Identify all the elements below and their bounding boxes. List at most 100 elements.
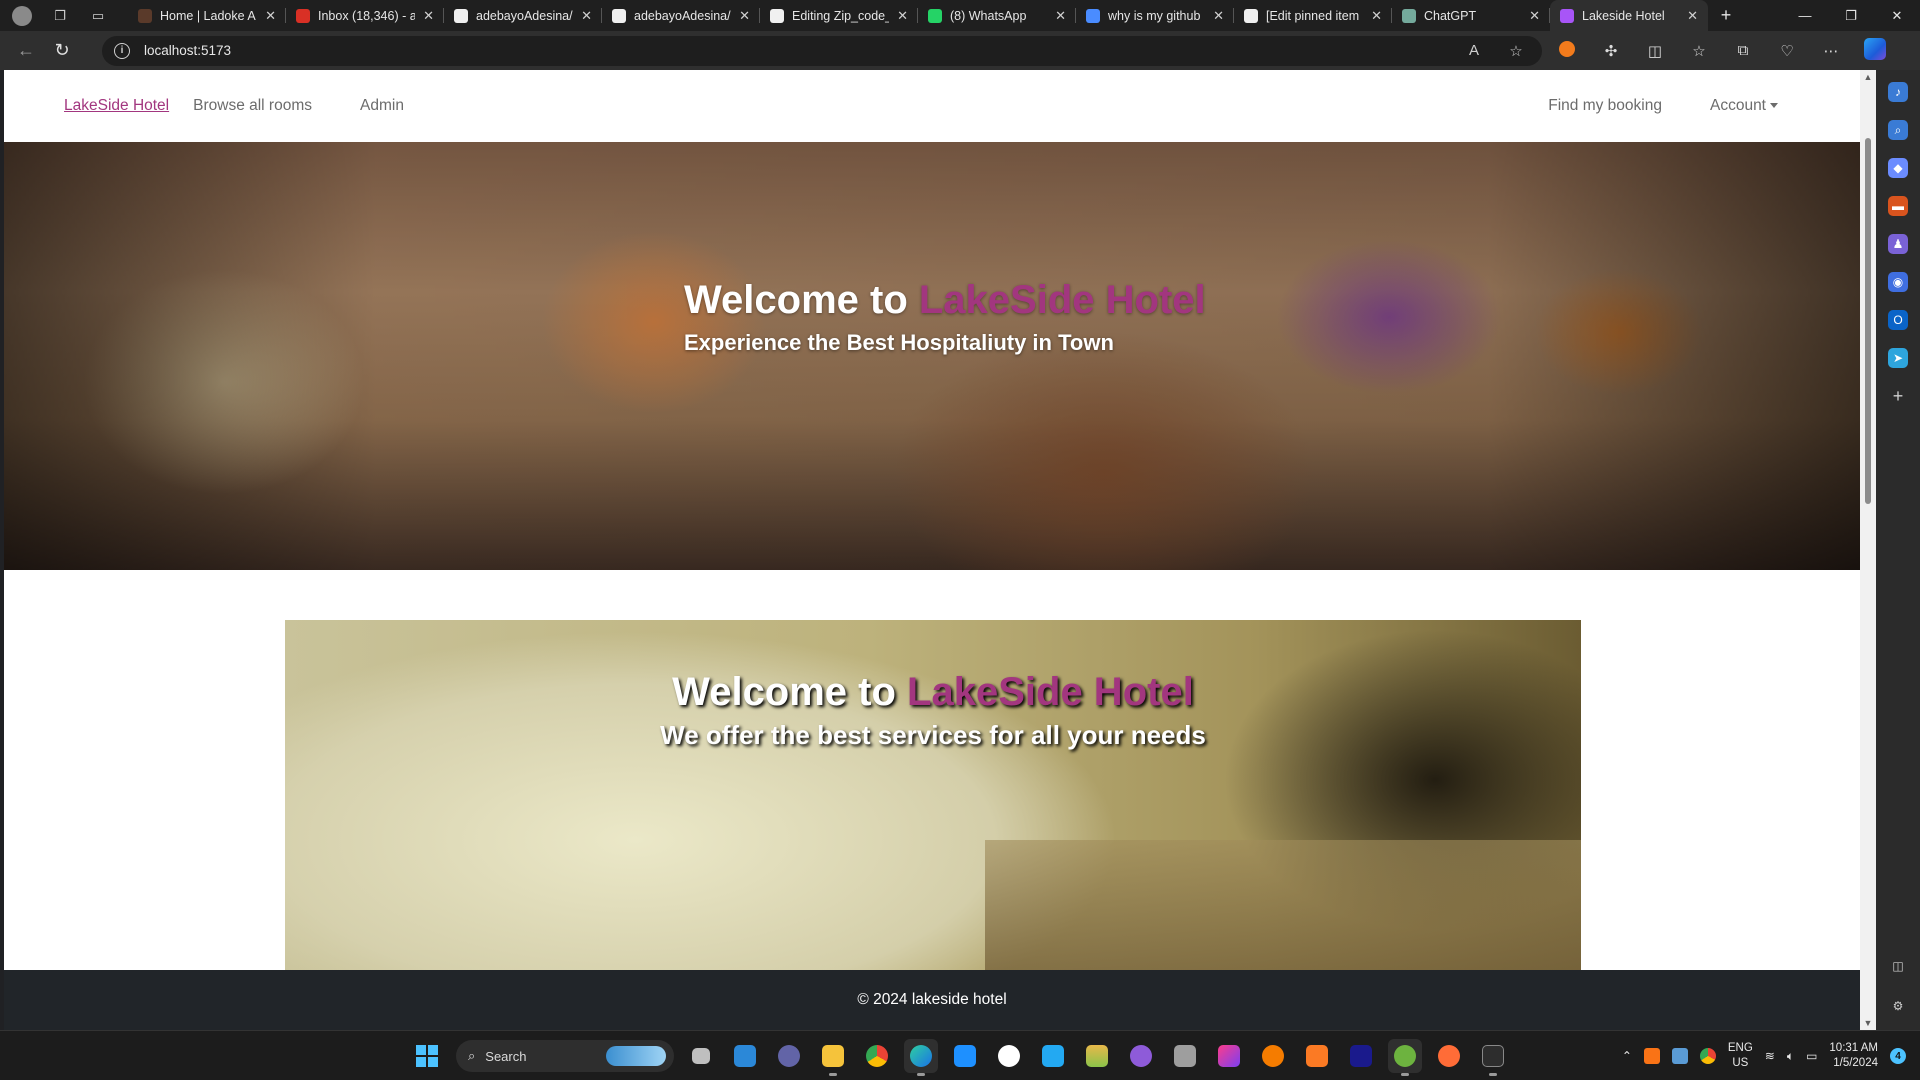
close-tab-icon[interactable]: ✕ [1529, 8, 1540, 24]
tray-app-icon[interactable] [1643, 1048, 1660, 1064]
more-options-icon[interactable]: ⋯ [1816, 42, 1846, 60]
nav-find-booking[interactable]: Find my booking [1548, 97, 1662, 115]
close-tab-icon[interactable]: ✕ [739, 8, 750, 24]
outlook-icon[interactable]: O [1888, 310, 1908, 330]
browser-tab[interactable]: adebayoAdesina/ ✕ [444, 0, 602, 31]
file-explorer-icon[interactable] [816, 1039, 850, 1076]
multitasking-app-icon[interactable] [948, 1039, 982, 1073]
page-scrollbar[interactable]: ▲ ▼ [1860, 70, 1876, 1030]
favorite-star-icon[interactable]: ☆ [1502, 42, 1530, 60]
url-text[interactable]: localhost:5173 [144, 43, 1446, 58]
taskbar-search[interactable]: ⌕ Search [456, 1040, 674, 1072]
sidebar-search-icon[interactable]: ⌕ [1888, 120, 1908, 140]
windows-taskbar: ⌕ Search ⌃ ENG US ≋ 🔈︎ ▭ 10:31 AM 1/5/20… [0, 1030, 1920, 1080]
scrollbar-thumb[interactable] [1865, 138, 1871, 504]
battery-icon[interactable]: ▭ [1806, 1049, 1817, 1063]
browser-tab[interactable]: Editing Zip_code_ ✕ [760, 0, 918, 31]
hero-title: Welcome to LakeSide Hotel [684, 278, 1206, 322]
add-sidebar-app-icon[interactable]: + [1888, 386, 1908, 406]
browser-tab[interactable]: ChatGPT ✕ [1392, 0, 1550, 31]
extension-orange-icon[interactable] [1552, 40, 1582, 61]
nav-account-dropdown[interactable]: Account [1710, 97, 1778, 115]
postman-orange-icon[interactable] [1432, 1039, 1466, 1073]
new-tab-button[interactable]: + [1708, 5, 1744, 26]
word-docs-icon[interactable] [992, 1039, 1026, 1073]
vscode-icon[interactable] [1036, 1039, 1070, 1073]
restore-icon[interactable]: ❐ [1828, 0, 1874, 31]
spring-tools-icon[interactable] [1388, 1039, 1422, 1076]
tray-chrome-icon[interactable] [1699, 1048, 1716, 1064]
collections-icon[interactable]: ⧉ [1728, 42, 1758, 59]
copilot-icon[interactable] [1860, 37, 1890, 64]
clock[interactable]: 10:31 AM 1/5/2024 [1829, 1041, 1878, 1071]
nav-browse-rooms[interactable]: Browse all rooms [193, 97, 312, 115]
browser-tab[interactable]: Home | Ladoke A ✕ [128, 0, 286, 31]
close-tab-icon[interactable]: ✕ [1055, 8, 1066, 24]
chrome-icon[interactable] [860, 1039, 894, 1073]
vertical-tabs-icon[interactable]: ▭ [88, 6, 108, 26]
start-windows-icon[interactable] [416, 1045, 438, 1067]
wifi-icon[interactable]: ≋ [1765, 1049, 1775, 1063]
scroll-up-icon[interactable]: ▲ [1863, 72, 1873, 82]
scroll-down-icon[interactable]: ▼ [1863, 1018, 1873, 1028]
page-viewport: LakeSide Hotel Browse all rooms Admin Fi… [4, 70, 1876, 1030]
volume-icon[interactable]: 🔈︎ [1787, 1049, 1794, 1064]
copilot-sidebar-icon[interactable]: ◉ [1888, 272, 1908, 292]
minimize-icon[interactable]: — [1782, 0, 1828, 31]
jetbrains-icon[interactable] [1344, 1039, 1378, 1073]
read-aloud-icon[interactable]: A [1460, 42, 1488, 59]
widgets-icon[interactable] [728, 1039, 762, 1073]
edge-browser-icon[interactable] [904, 1039, 938, 1076]
notifications-bell-icon[interactable]: ♪ [1888, 82, 1908, 102]
terminal-icon[interactable] [1476, 1039, 1510, 1076]
browser-tab[interactable]: (8) WhatsApp ✕ [918, 0, 1076, 31]
browser-tab[interactable]: Lakeside Hotel ✕ [1550, 0, 1708, 31]
language-indicator[interactable]: ENG US [1728, 1041, 1753, 1071]
games-icon[interactable]: ♟ [1888, 234, 1908, 254]
split-screen-icon[interactable]: ◫ [1640, 42, 1670, 60]
database-icon[interactable] [1168, 1039, 1202, 1073]
browser-tab[interactable]: why is my github ✕ [1076, 0, 1234, 31]
reload-icon[interactable]: ↻ [44, 36, 80, 66]
close-tab-icon[interactable]: ✕ [581, 8, 592, 24]
intellij-icon[interactable] [1212, 1039, 1246, 1073]
drop-icon[interactable]: ➤ [1888, 348, 1908, 368]
close-tab-icon[interactable]: ✕ [1213, 8, 1224, 24]
tabstrip-lead: ❐ ▭ [0, 5, 128, 26]
tray-sync-icon[interactable] [1671, 1048, 1688, 1064]
close-tab-icon[interactable]: ✕ [1371, 8, 1382, 24]
address-bar[interactable]: i localhost:5173 A ☆ [102, 35, 1542, 66]
close-window-icon[interactable]: ✕ [1874, 0, 1920, 31]
close-tab-icon[interactable]: ✕ [423, 8, 434, 24]
postman-icon[interactable] [1256, 1039, 1290, 1073]
hide-sidebar-icon[interactable]: ◫ [1888, 956, 1908, 976]
tab-title: adebayoAdesina/ [476, 8, 573, 23]
back-icon[interactable]: ← [8, 36, 44, 66]
tools-briefcase-icon[interactable]: ▬ [1888, 196, 1908, 216]
teams-chat-icon[interactable] [772, 1039, 806, 1073]
browser-tab[interactable]: Inbox (18,346) - a ✕ [286, 0, 444, 31]
workspaces-icon[interactable]: ❐ [50, 6, 70, 26]
favorites-icon[interactable]: ☆ [1684, 42, 1714, 60]
browser-tab[interactable]: adebayoAdesina/ ✕ [602, 0, 760, 31]
close-tab-icon[interactable]: ✕ [1687, 8, 1698, 24]
close-tab-icon[interactable]: ✕ [265, 8, 276, 24]
browser-tab[interactable]: [Edit pinned item ✕ [1234, 0, 1392, 31]
notification-badge[interactable]: 4 [1890, 1048, 1906, 1064]
shopping-tag-icon[interactable]: ◆ [1888, 158, 1908, 178]
site-info-icon[interactable]: i [114, 42, 130, 59]
sidebar-settings-icon[interactable]: ⚙ [1888, 996, 1908, 1016]
tray-chevron-up-icon[interactable]: ⌃ [1622, 1049, 1632, 1063]
github-icon [1244, 8, 1258, 23]
browser-essentials-icon[interactable]: ♡ [1772, 42, 1802, 60]
nav-admin[interactable]: Admin [360, 97, 404, 115]
site-navbar: LakeSide Hotel Browse all rooms Admin Fi… [4, 70, 1860, 142]
extensions-icon[interactable]: ✣ [1596, 42, 1626, 60]
github-desktop-icon[interactable] [1124, 1039, 1158, 1073]
stack-layers-icon[interactable] [1080, 1039, 1114, 1073]
brand-link[interactable]: LakeSide Hotel [64, 97, 169, 115]
profile-avatar-icon[interactable] [12, 5, 32, 26]
close-tab-icon[interactable]: ✕ [897, 8, 908, 24]
task-view-icon[interactable] [684, 1039, 718, 1073]
xampp-icon[interactable] [1300, 1039, 1334, 1073]
